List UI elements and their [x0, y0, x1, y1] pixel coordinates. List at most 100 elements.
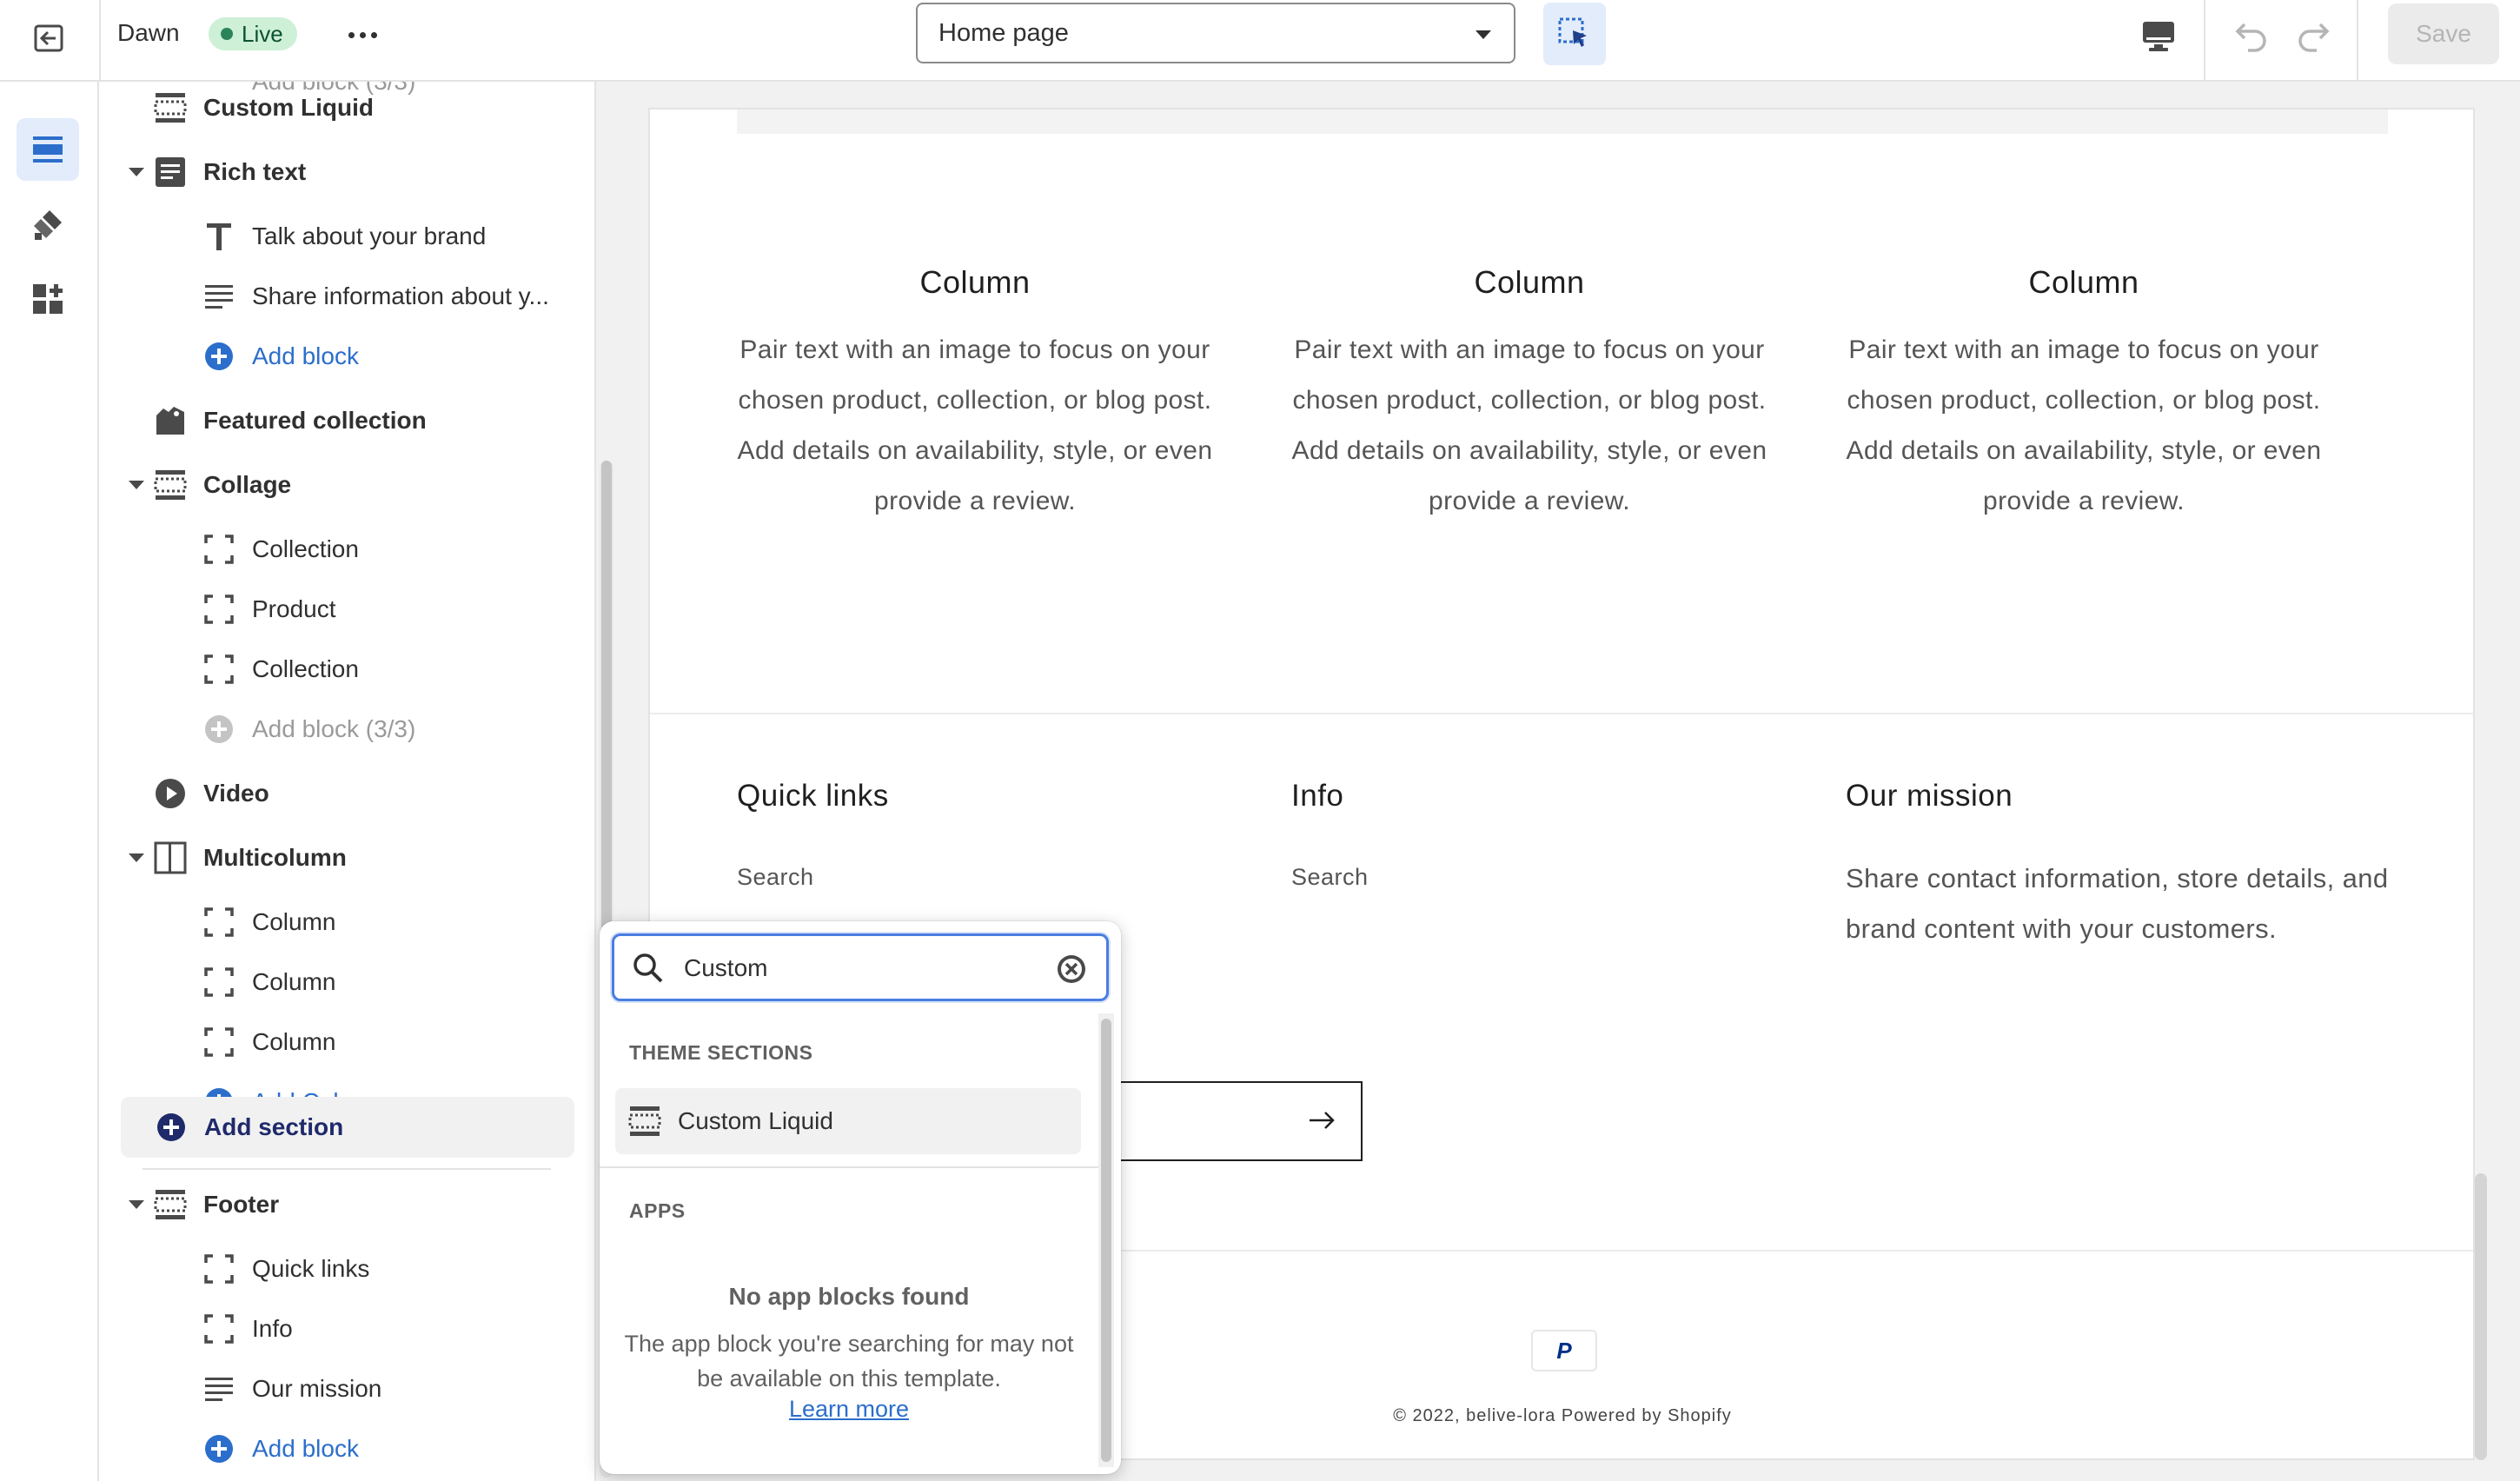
- chevron-down-icon[interactable]: [129, 853, 144, 862]
- tree-item-label: Collection: [252, 535, 359, 562]
- section-item-featured-collection[interactable]: Featured collection: [99, 395, 586, 447]
- theme-settings-icon[interactable]: [17, 193, 79, 256]
- tree-item-label: Collection: [252, 655, 359, 682]
- block-frame-icon: [202, 592, 236, 627]
- custom-liquid-result[interactable]: Custom Liquid: [615, 1088, 1081, 1154]
- page-selector-value: Home page: [938, 18, 1069, 47]
- add-section-row: Add section: [121, 1101, 594, 1153]
- column-title: Column: [919, 264, 1031, 300]
- topbar-divider: [2357, 0, 2358, 82]
- topbar-divider: [99, 0, 101, 82]
- preview-scrollbar[interactable]: [2475, 1173, 2487, 1460]
- section-item-collage[interactable]: Collage: [99, 459, 586, 511]
- divider: [650, 713, 2473, 714]
- add-button-add-block[interactable]: Add block: [99, 330, 586, 382]
- block-item-column[interactable]: Column: [99, 896, 586, 948]
- column-text: Pair text with an image to focus on your…: [1846, 335, 2322, 515]
- tree-item-label: Product: [252, 595, 336, 622]
- section-icon: [627, 1104, 662, 1143]
- block-item-info[interactable]: Info: [99, 1303, 586, 1355]
- columns-icon: [153, 840, 188, 875]
- section-item-multicolumn[interactable]: Multicolumn: [99, 832, 586, 884]
- chevron-down-icon[interactable]: [129, 168, 144, 176]
- inspector-toggle-icon[interactable]: [1543, 3, 1606, 65]
- empty-state-title: No app blocks found: [728, 1283, 970, 1310]
- block-item-product[interactable]: Product: [99, 583, 586, 635]
- page-selector[interactable]: Home page: [916, 3, 1515, 63]
- chevron-down-icon[interactable]: [129, 1200, 144, 1209]
- block-item-our-mission[interactable]: Our mission: [99, 1363, 586, 1415]
- column-text: Pair text with an image to focus on your…: [737, 335, 1213, 515]
- column-title: Column: [2028, 264, 2139, 300]
- tree-item-label: Quick links: [252, 1255, 370, 1282]
- tree-item-label: Add block (3/3): [252, 715, 416, 742]
- scrollbar-thumb[interactable]: [601, 461, 612, 947]
- section-item-rich-text[interactable]: Rich text: [99, 146, 586, 198]
- block-item-quick-links[interactable]: Quick links: [99, 1243, 586, 1295]
- tree-item-label: Rich text: [203, 158, 307, 185]
- apps-heading: APPS: [629, 1199, 686, 1222]
- popover-scrollbar[interactable]: [1098, 1013, 1114, 1467]
- sections-icon[interactable]: [17, 118, 79, 181]
- desktop-preview-icon[interactable]: [2138, 16, 2179, 57]
- result-label: Custom Liquid: [678, 1107, 833, 1134]
- paragraph-icon: [202, 279, 236, 314]
- tree-item-label: Column: [252, 1028, 336, 1055]
- status-badge: Live: [209, 17, 297, 50]
- learn-more-link[interactable]: Learn more: [600, 1396, 1098, 1423]
- arrow-right-icon[interactable]: [1307, 1106, 1336, 1139]
- column-title: Column: [1474, 264, 1585, 300]
- block-item-talk-about-your-brand[interactable]: Talk about your brand: [99, 210, 586, 262]
- theme-name: Dawn: [117, 19, 180, 46]
- theme-sections-heading: THEME SECTIONS: [629, 1041, 813, 1064]
- footer-link[interactable]: Search: [1291, 864, 1369, 891]
- more-actions-icon[interactable]: [341, 17, 384, 52]
- add-circle-icon: [202, 1431, 236, 1466]
- copyright-text: © 2022, belive-lora Powered by Shopify: [1393, 1406, 1732, 1425]
- exit-icon[interactable]: [26, 16, 71, 61]
- footer-quick-links-title: Quick links: [737, 779, 889, 813]
- collection-icon: [153, 403, 188, 438]
- search-input[interactable]: Custom: [612, 933, 1109, 1001]
- search-icon: [632, 952, 665, 989]
- play-icon: [153, 776, 188, 811]
- redo-icon[interactable]: [2291, 12, 2336, 57]
- block-frame-icon: [202, 1025, 236, 1059]
- chevron-down-icon[interactable]: [129, 481, 144, 489]
- paragraph-icon: [202, 1371, 236, 1406]
- add-button-add-block-3-3[interactable]: Add block (3/3): [99, 703, 586, 755]
- block-frame-icon: [202, 905, 236, 940]
- tree-item-label: Our mission: [252, 1375, 382, 1402]
- tree-item-label: Featured collection: [203, 407, 427, 434]
- section-item-video[interactable]: Video: [99, 767, 586, 820]
- block-item-column[interactable]: Column: [99, 1016, 586, 1068]
- block-item-share-information-about-y[interactable]: Share information about y...: [99, 270, 586, 322]
- section-item-footer[interactable]: Footer: [99, 1179, 586, 1231]
- block-frame-icon: [202, 965, 236, 1000]
- undo-icon[interactable]: [2229, 12, 2274, 57]
- add-button-add-block[interactable]: Add block: [99, 1423, 586, 1475]
- status-badge-label: Live: [242, 20, 283, 47]
- add-circle-icon: [202, 339, 236, 374]
- block-item-collection[interactable]: Collection: [99, 643, 586, 695]
- scrollbar-thumb[interactable]: [1101, 1019, 1111, 1462]
- tree-item-label: Column: [252, 908, 336, 935]
- sections-panel: Add block (3/3) Custom Liquid Rich text Ta…: [99, 82, 596, 1481]
- clear-search-icon[interactable]: [1056, 953, 1087, 989]
- save-button[interactable]: Save: [2388, 3, 2499, 64]
- footer-link[interactable]: Search: [737, 864, 814, 891]
- tree-item-label: Multicolumn: [203, 844, 347, 871]
- tree-item-label: Column: [252, 968, 336, 995]
- footer-info-title: Info: [1291, 779, 1344, 813]
- block-item-collection[interactable]: Collection: [99, 523, 586, 575]
- add-section-button[interactable]: Add section: [121, 1097, 574, 1158]
- paypal-icon: P: [1531, 1330, 1597, 1371]
- editor-rail: [0, 82, 99, 1481]
- tree-item-label: Info: [252, 1315, 293, 1342]
- block-frame-icon: [202, 652, 236, 687]
- apps-icon[interactable]: [17, 268, 79, 330]
- tree-item-label: Collage: [203, 471, 292, 498]
- tree-item-label: Video: [203, 780, 269, 807]
- section-item-custom-liquid[interactable]: Custom Liquid: [99, 82, 586, 134]
- block-item-column[interactable]: Column: [99, 956, 586, 1008]
